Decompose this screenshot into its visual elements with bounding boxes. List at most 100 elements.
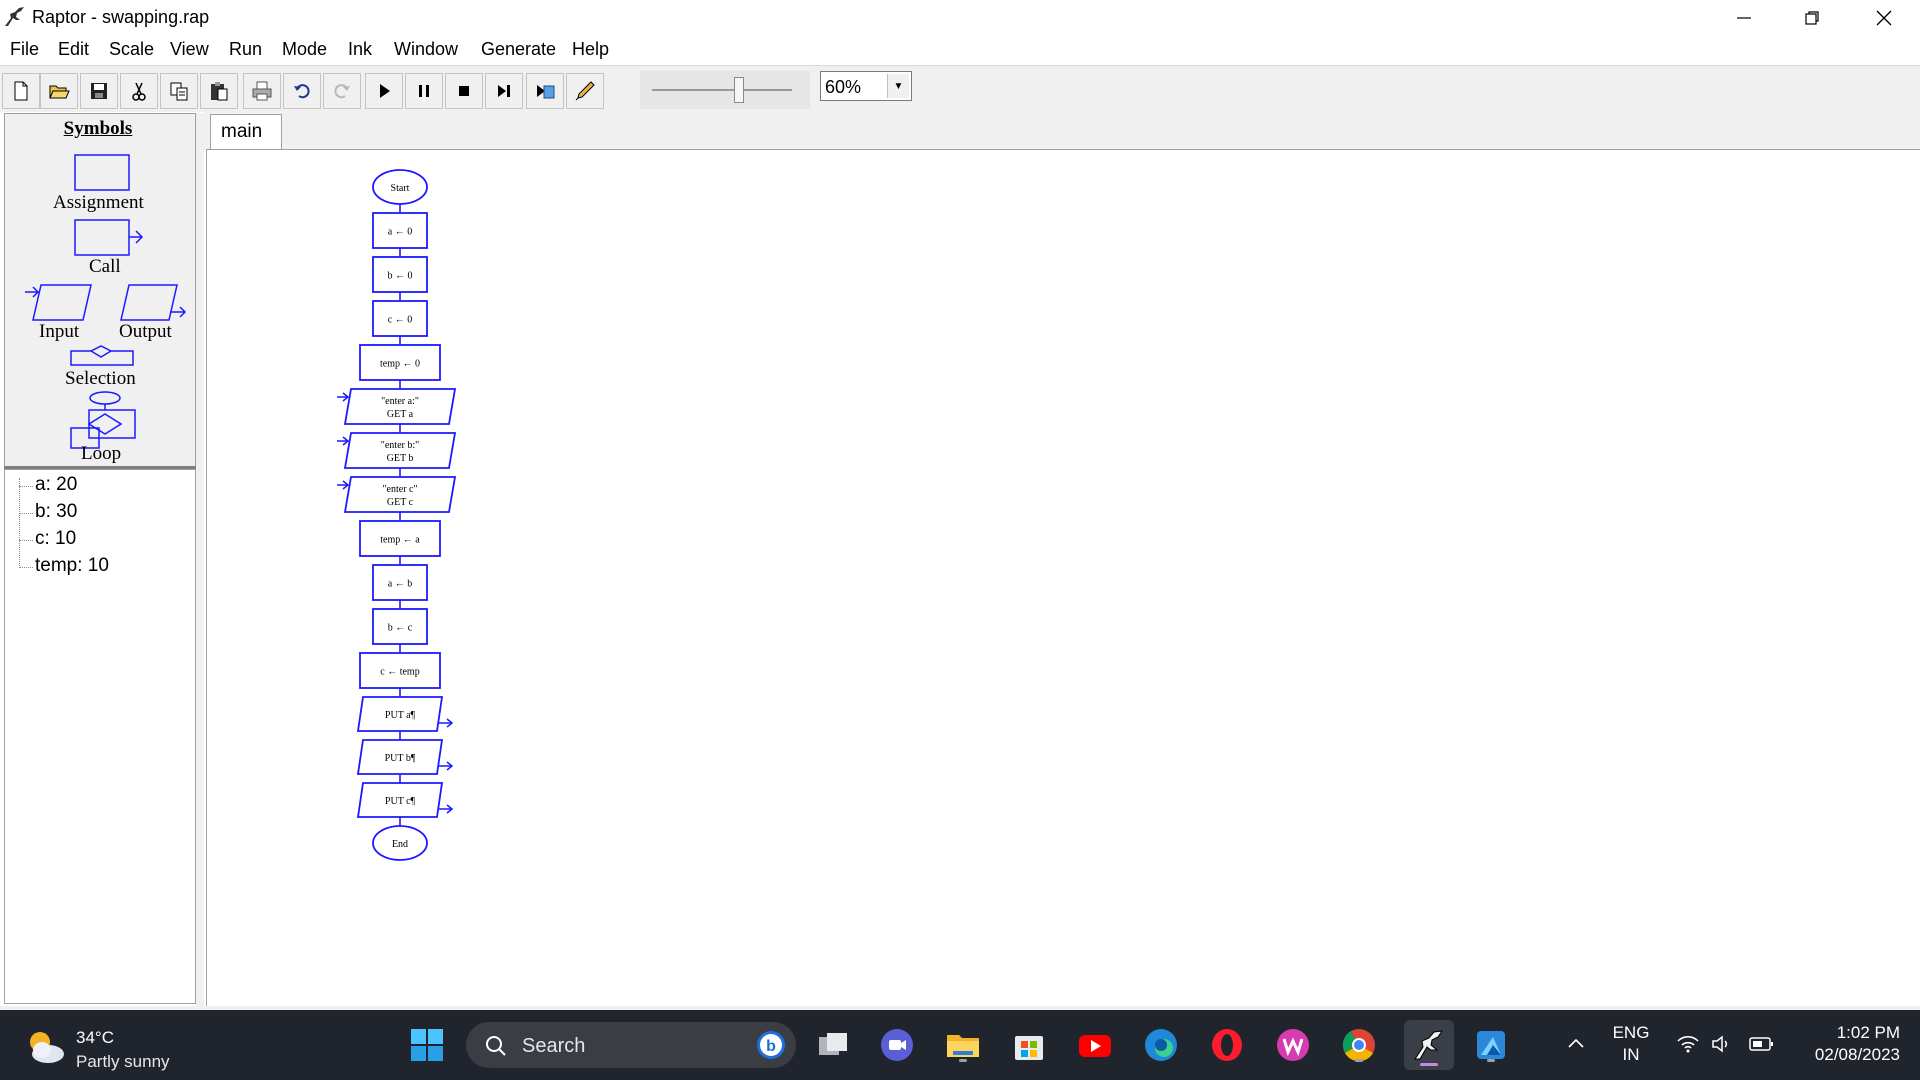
flowchart-output-node[interactable]: PUT c¶ — [356, 782, 454, 818]
azure-data-studio-icon — [1477, 1031, 1505, 1059]
print-button[interactable] — [243, 73, 281, 109]
slider-thumb[interactable] — [734, 77, 744, 103]
language-region: IN — [1622, 1045, 1640, 1064]
menu-scale[interactable]: Scale — [105, 39, 158, 60]
youtube-app[interactable] — [1074, 1024, 1116, 1066]
input-language[interactable]: ENG IN — [1610, 1022, 1652, 1066]
flowchart-node-text: c ← temp — [380, 667, 419, 678]
menu-view[interactable]: View — [166, 39, 213, 60]
menu-help[interactable]: Help — [568, 39, 613, 60]
zoom-select[interactable]: 60% ▼ — [820, 71, 912, 101]
selection-symbol-icon[interactable] — [69, 345, 137, 369]
raptor-icon — [1414, 1030, 1444, 1060]
flowchart-terminal-node[interactable]: Start — [372, 169, 428, 205]
chevron-up-icon[interactable] — [1566, 1036, 1586, 1050]
opera-app[interactable] — [1206, 1024, 1248, 1066]
wps-office-app[interactable] — [1272, 1024, 1314, 1066]
flowchart-node-text: GET c — [387, 497, 414, 508]
flowchart-node-text: PUT b¶ — [385, 753, 416, 764]
flowchart-assignment-node[interactable]: temp ← 0 — [359, 344, 441, 381]
variables-panel: a: 20 b: 30 c: 10 temp: 10 — [4, 469, 196, 1004]
flowchart-node-text: b ← c — [388, 623, 413, 634]
flowchart-input-node[interactable]: "enter c" GET c — [337, 476, 457, 513]
speed-slider[interactable] — [640, 71, 810, 109]
start-button[interactable] — [406, 1024, 448, 1066]
file-explorer-icon — [947, 1035, 979, 1057]
running-indicator — [959, 1059, 967, 1062]
flowchart: Start a ← 0 b ← 0 c ← 0 temp ← 0 "enter a:" GE… — [337, 169, 457, 861]
undo-button[interactable] — [283, 73, 321, 109]
raptor-taskbar-app[interactable] — [1404, 1020, 1454, 1070]
tree-branch — [19, 540, 33, 541]
tree-branch — [19, 513, 33, 514]
taskbar-search[interactable]: Search b — [466, 1022, 796, 1068]
menu-generate[interactable]: Generate — [477, 39, 560, 60]
cut-button[interactable] — [120, 73, 158, 109]
meet-app[interactable] — [876, 1024, 918, 1066]
flowchart-assignment-node[interactable]: c ← 0 — [372, 300, 428, 337]
taskbar-clock[interactable]: 1:02 PM 02/08/2023 — [1790, 1022, 1900, 1066]
step-into-button[interactable] — [526, 73, 564, 109]
step-button[interactable] — [485, 73, 523, 109]
call-symbol-icon[interactable] — [73, 218, 147, 258]
vertical-splitter[interactable] — [196, 113, 204, 1006]
new-file-button[interactable] — [2, 73, 40, 109]
restore-button[interactable] — [1778, 0, 1846, 36]
flowchart-assignment-node[interactable]: a ← b — [372, 564, 428, 601]
chrome-app[interactable] — [1338, 1024, 1380, 1066]
flowchart-node-text: End — [392, 839, 408, 850]
flowchart-assignment-node[interactable]: a ← 0 — [372, 212, 428, 249]
file-explorer-app[interactable] — [942, 1024, 984, 1066]
minimize-icon — [1737, 17, 1751, 19]
bing-icon[interactable]: b — [756, 1030, 786, 1060]
menu-ink[interactable]: Ink — [344, 39, 376, 60]
open-button[interactable] — [40, 73, 78, 109]
flowchart-canvas[interactable]: Start a ← 0 b ← 0 c ← 0 temp ← 0 "enter a:" GE… — [206, 149, 1920, 1006]
variable-item[interactable]: b: 30 — [35, 501, 77, 523]
microsoft-store-app[interactable] — [1008, 1024, 1050, 1066]
weather-widget[interactable]: 34°C Partly sunny — [24, 1018, 224, 1072]
flowchart-input-node[interactable]: "enter b:" GET b — [337, 432, 457, 469]
menu-window[interactable]: Window — [390, 39, 462, 60]
menu-file[interactable]: File — [6, 39, 43, 60]
save-icon — [91, 83, 107, 99]
input-symbol-icon[interactable] — [23, 282, 95, 324]
flowchart-assignment-node[interactable]: b ← c — [372, 608, 428, 645]
battery-icon[interactable] — [1748, 1036, 1774, 1052]
variable-item[interactable]: c: 10 — [35, 528, 76, 550]
menu-mode[interactable]: Mode — [278, 39, 331, 60]
flowchart-assignment-node[interactable]: b ← 0 — [372, 256, 428, 293]
task-view-button[interactable] — [812, 1024, 854, 1066]
redo-button[interactable] — [323, 73, 361, 109]
flowchart-input-node[interactable]: "enter a:" GET a — [337, 388, 457, 425]
flowchart-output-node[interactable]: PUT b¶ — [356, 739, 454, 775]
menu-edit[interactable]: Edit — [54, 39, 93, 60]
close-button[interactable] — [1850, 0, 1918, 36]
flowchart-assignment-node[interactable]: temp ← a — [359, 520, 441, 557]
flowchart-assignment-node[interactable]: c ← temp — [359, 652, 441, 689]
copy-button[interactable] — [160, 73, 198, 109]
ink-pen-button[interactable] — [566, 73, 604, 109]
running-indicator — [1355, 1059, 1363, 1062]
menu-run[interactable]: Run — [225, 39, 266, 60]
volume-icon[interactable] — [1710, 1034, 1732, 1054]
variable-item[interactable]: a: 20 — [35, 474, 77, 496]
flowchart-terminal-node[interactable]: End — [372, 825, 428, 861]
azure-data-studio-app[interactable] — [1470, 1024, 1512, 1066]
output-symbol-icon[interactable] — [117, 282, 189, 324]
wifi-icon[interactable] — [1676, 1034, 1700, 1054]
minimize-button[interactable] — [1710, 0, 1778, 36]
variable-item[interactable]: temp: 10 — [35, 555, 109, 577]
active-indicator — [1420, 1063, 1438, 1066]
execute-button[interactable] — [365, 73, 403, 109]
tab-main[interactable]: main — [210, 114, 282, 150]
edge-app[interactable] — [1140, 1024, 1182, 1066]
stop-button[interactable] — [445, 73, 483, 109]
save-button[interactable] — [80, 73, 118, 109]
assignment-symbol-icon[interactable] — [73, 153, 133, 193]
chevron-down-icon[interactable]: ▼ — [887, 74, 909, 98]
restore-icon — [1805, 11, 1819, 25]
pause-button[interactable] — [405, 73, 443, 109]
paste-button[interactable] — [200, 73, 238, 109]
flowchart-output-node[interactable]: PUT a¶ — [356, 696, 454, 732]
